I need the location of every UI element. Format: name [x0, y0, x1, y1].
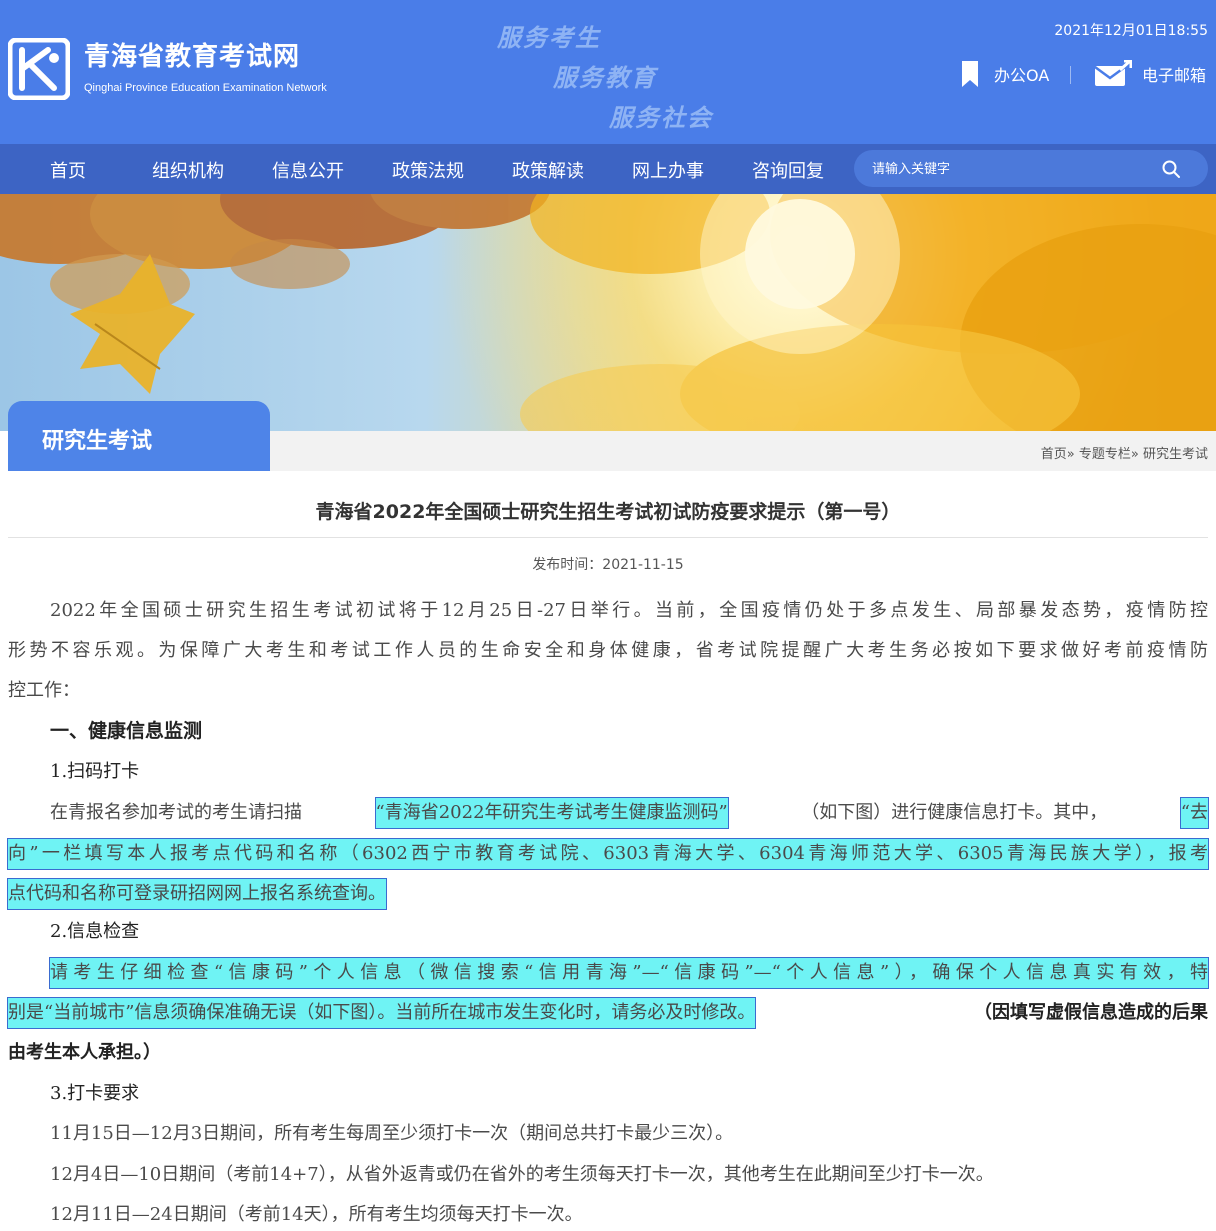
destination-highlight-start: “去 [1179, 797, 1209, 829]
autumn-leaves-illustration [0, 194, 1216, 431]
section-tab: 研究生考试 [8, 401, 270, 471]
breadcrumb-home[interactable]: 首页 [1041, 447, 1067, 462]
nav-item-online-services[interactable]: 网上办事 [632, 157, 704, 183]
bookmark-icon [962, 61, 978, 87]
nav-item-info-disclosure[interactable]: 信息公开 [272, 157, 344, 183]
article-title: 青海省2022年全国硕士研究生招生考试初试防疫要求提示（第一号） [315, 501, 901, 523]
site-subtitle: Qinghai Province Education Examination N… [84, 82, 327, 94]
slogan-2: 服务教育 [553, 63, 657, 92]
breadcrumb-bar: 首页» 专题专栏» 研究生考试 [270, 431, 1216, 471]
oa-label: 办公OA [994, 66, 1050, 85]
publish-date: 发布时间：2021-11-15 [532, 557, 684, 573]
subheading-scan-checkin: 1.扫码打卡 [50, 761, 140, 782]
scan-line-1: 在青报名参加考试的考生请扫描 “青海省2022年研究生考试考生健康监测码” （如… [50, 797, 1209, 829]
search-box [854, 150, 1208, 187]
search-input[interactable] [872, 158, 1162, 180]
check-line-2: 别是“当前城市”信息须确保准确无误（如下图）。当前所在城市发生变化时，请务必及时… [6, 997, 1208, 1029]
intro-line-3: 控工作： [8, 680, 80, 701]
heading-health-monitoring: 一、健康信息监测 [50, 720, 203, 742]
requirement-line-2: 12月4日—10日期间（考前14+7），从省外返青或仍在省外的考生须每天打卡一次… [50, 1164, 994, 1185]
title-divider [8, 537, 1208, 538]
breadcrumb-current[interactable]: 研究生考试 [1143, 447, 1208, 462]
scan-line-1-middle: （如下图）进行健康信息打卡。其中， [801, 802, 1108, 823]
check-line-1: 请考生仔细检查“信康码”个人信息（微信搜索“信用青海”—“信康码”—“个人信息”… [49, 957, 1209, 989]
intro-line-1: 2022年全国硕士研究生招生考试初试将于12月25日-27日举行。当前，全国疫情… [50, 600, 1208, 621]
slogan-3: 服务社会 [609, 103, 713, 132]
site-logo-icon[interactable] [8, 38, 70, 100]
nav-item-home[interactable]: 首页 [50, 157, 86, 183]
main-nav: 首页 组织机构 信息公开 政策法规 政策解读 网上办事 咨询回复 [0, 144, 1216, 194]
site-title[interactable]: 青海省教育考试网 [84, 36, 300, 73]
search-icon[interactable] [1160, 158, 1182, 180]
banner-image [0, 194, 1216, 431]
current-city-highlight: 别是“当前城市”信息须确保准确无误（如下图）。当前所在城市发生变化时，请务必及时… [6, 997, 757, 1029]
subheading-info-check: 2.信息检查 [50, 921, 140, 942]
breadcrumb-separator: » [1130, 447, 1139, 462]
mail-label: 电子邮箱 [1142, 66, 1207, 85]
scan-line-3: 点代码和名称可登录研招网网上报名系统查询。 [7, 878, 387, 910]
requirement-line-3: 12月11日—24日期间（考前14天），所有考生均须每天打卡一次。 [50, 1204, 583, 1225]
site-header: 青海省教育考试网 Qinghai Province Education Exam… [0, 0, 1216, 144]
intro-line-2: 形势不容乐观。为保障广大考生和考试工作人员的生命安全和身体健康，省考试院提醒广大… [8, 640, 1208, 661]
nav-item-consultation[interactable]: 咨询回复 [752, 157, 824, 183]
breadcrumb: 首页» 专题专栏» 研究生考试 [1041, 443, 1208, 462]
scan-line-1-prefix: 在青报名参加考试的考生请扫描 [50, 802, 302, 823]
breadcrumb-separator: » [1066, 447, 1075, 462]
nav-item-organization[interactable]: 组织机构 [152, 157, 224, 183]
health-code-highlight: “青海省2022年研究生考试考生健康监测码” [374, 797, 729, 829]
current-datetime: 2021年12月01日18:55 [1054, 23, 1208, 39]
header-divider [1070, 66, 1071, 84]
subheading-checkin-requirements: 3.打卡要求 [50, 1083, 140, 1104]
nav-item-policies[interactable]: 政策法规 [392, 157, 464, 183]
oa-link[interactable]: 办公OA [960, 60, 1049, 88]
scan-line-2: 向”一栏填写本人报考点代码和名称（6302西宁市教育考试院、6303青海大学、6… [7, 838, 1209, 870]
nav-item-policy-interpretation[interactable]: 政策解读 [512, 157, 584, 183]
slogan-1: 服务考生 [497, 23, 601, 52]
liability-notice-end: 由考生本人承担。） [8, 1042, 161, 1063]
requirement-line-1: 11月15日—12月3日期间，所有考生每周至少须打卡一次（期间总共打卡最少三次）… [50, 1123, 734, 1144]
breadcrumb-special-columns[interactable]: 专题专栏 [1079, 447, 1131, 462]
section-title: 研究生考试 [42, 429, 153, 454]
liability-notice-start: （因填写虚假信息造成的后果 [974, 1002, 1208, 1023]
mail-icon [1094, 60, 1132, 86]
mail-link[interactable]: 电子邮箱 [1094, 60, 1206, 88]
